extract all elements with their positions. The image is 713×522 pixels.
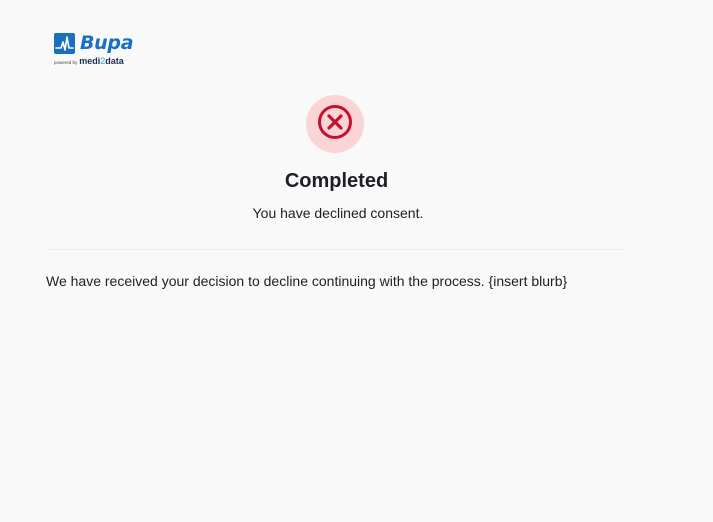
logo-row: Bupa [54,32,134,54]
bupa-heartbeat-icon [54,33,75,54]
status-subtitle: You have declined consent. [252,205,424,221]
x-circle-icon [317,104,353,145]
divider [46,249,626,250]
powered-by-label: powered by [54,60,78,65]
status-icon-circle [306,95,364,153]
medi2data-part-a: medi [79,56,101,66]
medi2data-logo: medi2data [79,56,124,66]
powered-by: powered by medi2data [54,56,133,66]
medi2data-part-b: data [105,56,124,66]
decline-message: We have received your decision to declin… [46,273,568,289]
brand-name: Bupa [80,32,134,54]
bupa-logo: Bupa powered by medi2data [54,32,134,66]
status-title: Completed [284,170,389,192]
